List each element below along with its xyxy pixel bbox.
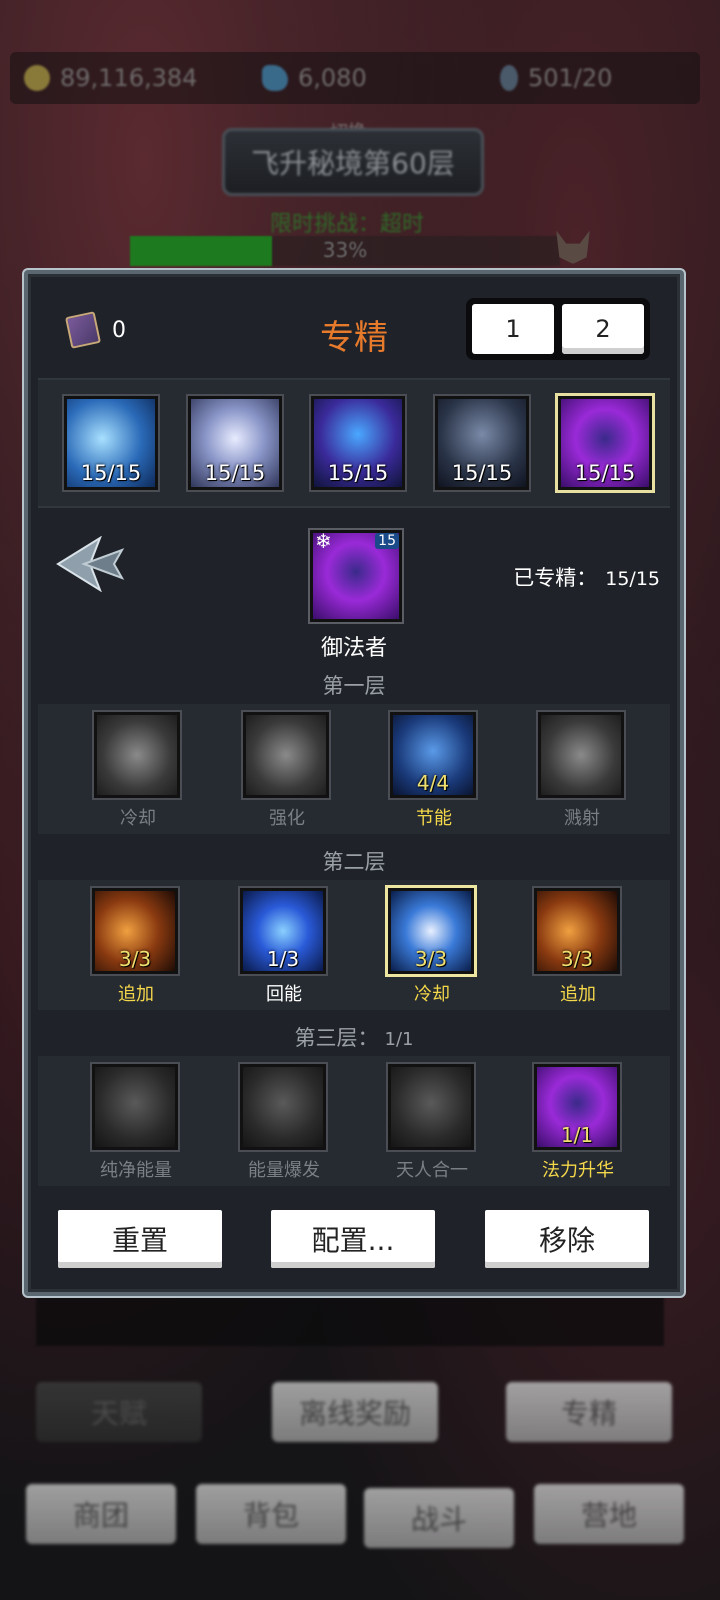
tier3-title: 第三层： 1/1: [294, 1026, 414, 1050]
hero-name: 御法者: [320, 636, 387, 661]
stopwatch-icon: [94, 712, 180, 798]
tier2-title: 第二层: [322, 850, 386, 874]
stage-button[interactable]: 飞升秘境第60层: [222, 128, 484, 196]
skill-extra-2[interactable]: 3/3 追加: [534, 888, 622, 1006]
mage-silhouette-icon: [92, 1064, 178, 1150]
tier1-band: 冷却 强化 4/4 节能 溅射: [38, 704, 670, 834]
gold-coin-icon: [24, 65, 50, 91]
tier3-band: 纯净能量 能量爆发 天人合一 1/1 法力升华: [38, 1056, 670, 1186]
gold-resource: 89,116,384: [24, 64, 197, 92]
fire-gauntlet-icon: 3/3: [92, 888, 178, 974]
snowflake-icon: ❄: [315, 529, 332, 553]
ice-shards-icon[interactable]: 15/15: [64, 396, 158, 490]
arcane-rune-icon[interactable]: 15/15: [188, 396, 282, 490]
skill-cooldown-2[interactable]: 3/3 冷却: [388, 888, 476, 1006]
arcane-mage-icon: 1/1: [534, 1064, 620, 1150]
skill-efficiency[interactable]: 4/4 节能: [390, 712, 478, 830]
stage-progress-bar: 33%: [130, 236, 560, 266]
skill-regen[interactable]: 1/3 回能: [240, 888, 328, 1006]
gem-icon: [262, 65, 288, 91]
resource-bar: 89,116,384 6,080 501/20: [10, 52, 700, 104]
skill-splash[interactable]: 溅射: [538, 712, 626, 830]
twins-icon[interactable]: 15/15: [435, 396, 529, 490]
skill-pure-energy[interactable]: 纯净能量: [92, 1064, 180, 1182]
spec-progress: 已专精： 15/15: [513, 566, 660, 590]
spec-panel: 0 专精 1 2 15/15 15/15 15/15 15/15 15/15 ❄…: [24, 270, 684, 1296]
nav-camp[interactable]: 营地: [534, 1484, 684, 1544]
hero-spec-icon: ❄ 15: [310, 529, 402, 622]
fire-gauntlet-icon: 3/3: [534, 888, 620, 974]
tier2-band: 3/3 追加 1/3 回能 3/3 冷却 3/3 追加: [38, 880, 670, 1010]
page-2-button[interactable]: 2: [562, 304, 644, 354]
skill-energy-burst[interactable]: 能量爆发: [240, 1064, 328, 1182]
skill-enhance[interactable]: 强化: [243, 712, 331, 830]
skill-unity[interactable]: 天人合一: [388, 1064, 476, 1182]
challenge-status: 限时挑战：超时: [270, 212, 425, 237]
config-button[interactable]: 配置...: [271, 1210, 435, 1268]
key-icon: [500, 65, 518, 91]
spec-tree-row: 15/15 15/15 15/15 15/15 15/15: [38, 378, 670, 508]
hero-level-badge: 15: [375, 533, 399, 549]
spec-button[interactable]: 专精: [506, 1382, 672, 1442]
panel-header: 0 专精 1 2: [28, 274, 680, 374]
key-resource: 501/20: [500, 64, 612, 92]
page-1-button[interactable]: 1: [472, 304, 554, 354]
tier1-title: 第一层: [322, 674, 386, 698]
remove-button[interactable]: 移除: [485, 1210, 649, 1268]
stage-progress-text: 33%: [322, 238, 368, 262]
page-selector: 1 2: [466, 298, 650, 360]
mage-silhouette-icon: [240, 1064, 326, 1150]
stopwatch-icon: 3/3: [388, 888, 474, 974]
crystal-icon[interactable]: 15/15: [311, 396, 405, 490]
helmet-icon: 4/4: [390, 712, 476, 798]
mage-silhouette-icon: [388, 1064, 474, 1150]
arcane-mage-icon[interactable]: 15/15: [558, 396, 652, 490]
skill-extra-1[interactable]: 3/3 追加: [92, 888, 180, 1006]
skill-mana-ascend[interactable]: 1/1 法力升华: [534, 1064, 622, 1182]
back-arrow-icon[interactable]: [54, 536, 128, 592]
skill-cooldown[interactable]: 冷却: [94, 712, 182, 830]
talent-button[interactable]: 天赋: [36, 1382, 202, 1442]
burst-icon: [538, 712, 624, 798]
skill-slot-row: [36, 1296, 664, 1346]
reset-button[interactable]: 重置: [58, 1210, 222, 1268]
fist-icon: [243, 712, 329, 798]
gem-resource: 6,080: [262, 64, 367, 92]
offline-reward-button[interactable]: 离线奖励: [272, 1382, 438, 1442]
nav-battle[interactable]: 战斗: [364, 1488, 514, 1548]
nav-guild[interactable]: 商团: [26, 1484, 176, 1544]
nav-bag[interactable]: 背包: [196, 1484, 346, 1544]
energy-swirl-icon: 1/3: [240, 888, 326, 974]
